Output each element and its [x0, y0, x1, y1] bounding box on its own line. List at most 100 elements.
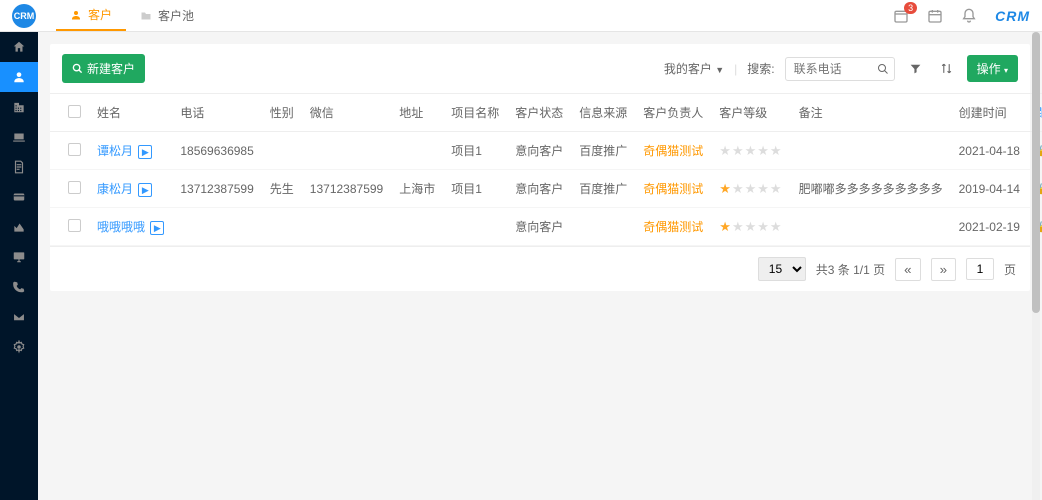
- tab-customer-pool[interactable]: 客户池: [126, 0, 208, 31]
- customer-card: 新建客户 我的客户 ▼ | 搜索:: [50, 44, 1030, 291]
- sidebar-item-chart[interactable]: [0, 212, 38, 242]
- next-page-button[interactable]: »: [931, 258, 956, 281]
- owner-link[interactable]: 奇偶猫测试: [643, 144, 703, 158]
- sidebar-item-phone[interactable]: [0, 272, 38, 302]
- calendar-icon[interactable]: [927, 8, 943, 24]
- cell-status: 意向客户: [507, 208, 571, 246]
- divider: |: [734, 62, 737, 76]
- call-icon[interactable]: ▶: [138, 183, 152, 197]
- cell-project: 项目1: [443, 170, 507, 208]
- cell-project: [443, 208, 507, 246]
- star-icon[interactable]: ★: [719, 143, 732, 158]
- customer-table: 姓名 电话 性别 微信 地址 项目名称 客户状态 信息来源 客户负责人 客户等级…: [50, 93, 1042, 246]
- sidebar-item-customer[interactable]: [0, 62, 38, 92]
- action-dropdown-button[interactable]: 操作 ▾: [967, 55, 1018, 82]
- cell-status: 意向客户: [507, 132, 571, 170]
- tab-label: 客户池: [158, 7, 194, 24]
- sort-button[interactable]: [936, 58, 957, 79]
- building-icon: [12, 100, 26, 114]
- sidebar-item-laptop[interactable]: [0, 122, 38, 152]
- owner-link[interactable]: 奇偶猫测试: [643, 220, 703, 234]
- star-icon[interactable]: ★: [719, 219, 732, 234]
- select-all-checkbox[interactable]: [68, 105, 81, 118]
- customer-name-link[interactable]: 谭松月: [97, 144, 133, 158]
- star-icon[interactable]: ★: [745, 143, 758, 158]
- app-logo: CRM: [12, 4, 36, 28]
- brand-text: CRM: [995, 8, 1030, 24]
- cell-remark: [791, 208, 951, 246]
- star-icon[interactable]: ★: [745, 219, 758, 234]
- notification-badge: 3: [904, 2, 917, 14]
- chevron-down-icon: ▾: [1004, 66, 1008, 75]
- sidebar-item-settings[interactable]: [0, 332, 38, 362]
- star-icon[interactable]: ★: [732, 219, 745, 234]
- user-icon: [70, 9, 82, 21]
- table-row: 谭松月 ▶18569636985项目1意向客户百度推广奇偶猫测试★★★★★202…: [50, 132, 1042, 170]
- mail-icon: [12, 310, 26, 324]
- filter-button[interactable]: [905, 58, 926, 79]
- cell-status: 意向客户: [507, 170, 571, 208]
- star-icon[interactable]: ★: [757, 219, 770, 234]
- scrollbar-thumb[interactable]: [1032, 32, 1040, 313]
- top-header: CRM 客户 客户池 3 CRM: [0, 0, 1042, 32]
- gear-icon: [12, 340, 26, 354]
- col-name: 姓名: [89, 94, 172, 132]
- search-button[interactable]: [877, 63, 889, 75]
- sidebar-item-building[interactable]: [0, 92, 38, 122]
- top-tabs: 客户 客户池: [56, 0, 208, 31]
- row-checkbox[interactable]: [68, 143, 81, 156]
- page-size-select[interactable]: 15: [758, 257, 806, 281]
- sidebar: [0, 32, 38, 500]
- sidebar-item-home[interactable]: [0, 32, 38, 62]
- star-icon[interactable]: ★: [770, 143, 783, 158]
- star-icon[interactable]: ★: [719, 181, 732, 196]
- col-wechat: 微信: [302, 94, 391, 132]
- user-icon: [12, 70, 26, 84]
- cell-level: ★★★★★: [711, 132, 790, 170]
- col-status: 客户状态: [507, 94, 571, 132]
- sidebar-item-document[interactable]: [0, 152, 38, 182]
- toolbar-right: 我的客户 ▼ | 搜索: 操作: [664, 55, 1018, 82]
- sidebar-item-card[interactable]: [0, 182, 38, 212]
- calendar-badge-icon[interactable]: 3: [893, 8, 909, 24]
- customer-name-link[interactable]: 哦哦哦哦: [97, 220, 145, 234]
- col-remark: 备注: [791, 94, 951, 132]
- col-phone: 电话: [172, 94, 261, 132]
- tab-customer[interactable]: 客户: [56, 0, 126, 31]
- star-icon[interactable]: ★: [757, 143, 770, 158]
- star-icon[interactable]: ★: [732, 143, 745, 158]
- chart-icon: [12, 220, 26, 234]
- main-content: 新建客户 我的客户 ▼ | 搜索:: [38, 32, 1042, 303]
- my-customer-dropdown[interactable]: 我的客户 ▼: [664, 60, 724, 77]
- star-icon[interactable]: ★: [732, 181, 745, 196]
- cell-level: ★★★★★: [711, 170, 790, 208]
- cell-address: [391, 132, 443, 170]
- laptop-icon: [12, 130, 26, 144]
- sidebar-item-monitor[interactable]: [0, 242, 38, 272]
- new-customer-button[interactable]: 新建客户: [62, 54, 145, 83]
- col-gender: 性别: [262, 94, 302, 132]
- call-icon[interactable]: ▶: [138, 145, 152, 159]
- scrollbar[interactable]: [1032, 32, 1040, 500]
- cell-phone: [172, 208, 261, 246]
- cell-level: ★★★★★: [711, 208, 790, 246]
- row-checkbox[interactable]: [68, 219, 81, 232]
- chevron-down-icon: ▼: [715, 65, 724, 75]
- col-source: 信息来源: [571, 94, 635, 132]
- col-owner: 客户负责人: [635, 94, 711, 132]
- prev-page-button[interactable]: «: [895, 258, 920, 281]
- owner-link[interactable]: 奇偶猫测试: [643, 182, 703, 196]
- bell-icon[interactable]: [961, 8, 977, 24]
- cell-wechat: [302, 208, 391, 246]
- sidebar-item-mail[interactable]: [0, 302, 38, 332]
- page-number-input[interactable]: [966, 258, 994, 280]
- row-checkbox[interactable]: [68, 181, 81, 194]
- star-icon[interactable]: ★: [770, 181, 783, 196]
- star-icon[interactable]: ★: [745, 181, 758, 196]
- star-icon[interactable]: ★: [770, 219, 783, 234]
- search-label: 搜索:: [747, 60, 774, 77]
- monitor-icon: [12, 250, 26, 264]
- customer-name-link[interactable]: 康松月: [97, 182, 133, 196]
- call-icon[interactable]: ▶: [150, 221, 164, 235]
- star-icon[interactable]: ★: [757, 181, 770, 196]
